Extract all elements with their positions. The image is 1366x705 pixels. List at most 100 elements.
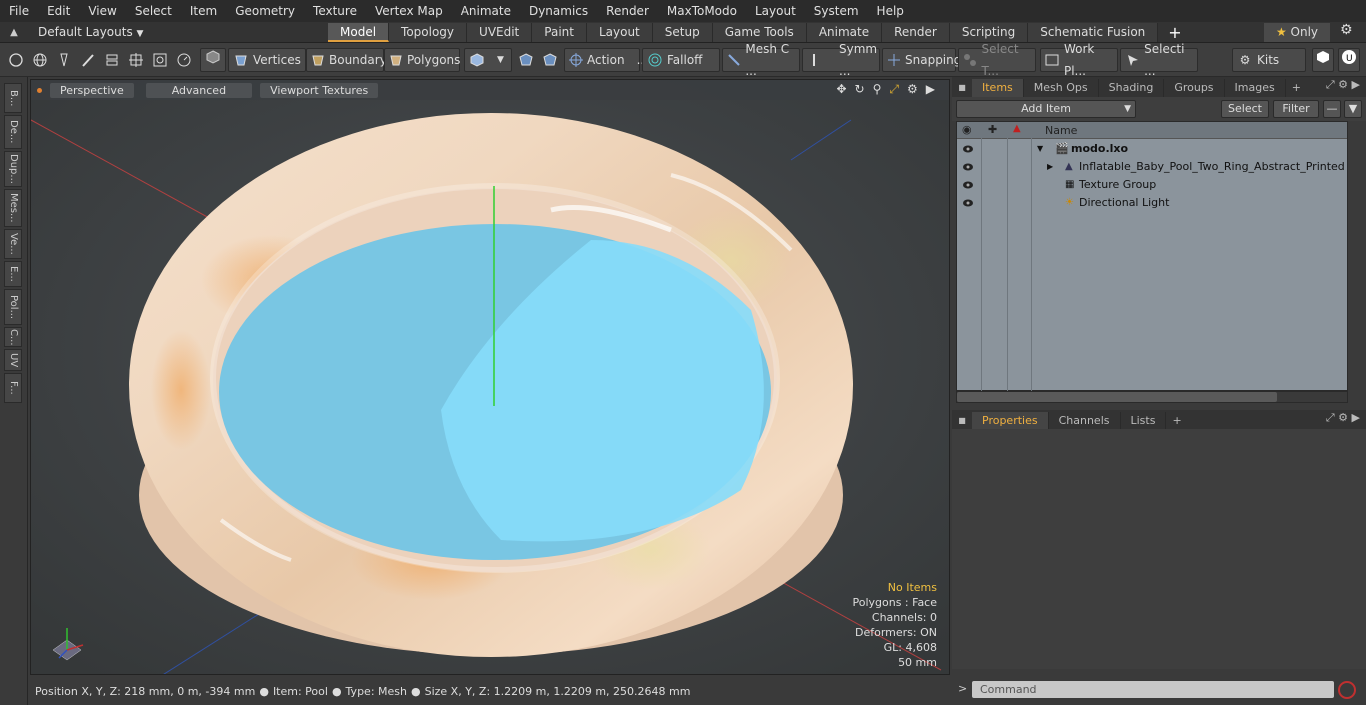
tab-topology[interactable]: Topology [389, 22, 468, 42]
snapping-button[interactable]: Snapping [882, 48, 961, 72]
item-row-light[interactable]: ☀ Directional Light [957, 194, 1347, 212]
unity-button[interactable] [1312, 48, 1334, 72]
left-tab-basic[interactable]: B... [4, 83, 22, 113]
align-icon[interactable] [103, 51, 121, 69]
shading-dropdown[interactable]: Advanced [145, 82, 253, 98]
pen-icon[interactable] [55, 51, 73, 69]
layout-preset-dropdown[interactable]: Default Layouts ▼ [28, 25, 328, 39]
tab-images[interactable]: Images [1225, 79, 1286, 97]
brush-icon[interactable] [79, 51, 97, 69]
left-tab-polygon[interactable]: Pol... [4, 289, 22, 325]
add-tab-icon[interactable]: + [1286, 79, 1307, 97]
selection-sets-button[interactable]: Selecti ... [1120, 42, 1198, 78]
circle-select-icon[interactable] [7, 51, 25, 69]
menu-geometry[interactable]: Geometry [226, 0, 304, 22]
expand-panel-icon[interactable]: ⤢ [1326, 411, 1335, 424]
expand-arrow-icon[interactable]: ▼ [1037, 140, 1043, 158]
menu-file[interactable]: File [0, 0, 38, 22]
tab-properties[interactable]: Properties [972, 412, 1049, 430]
rotate-view-icon[interactable]: ↻ [855, 82, 865, 97]
menu-texture[interactable]: Texture [304, 0, 366, 22]
tab-setup[interactable]: Setup [652, 22, 713, 42]
globe-icon[interactable] [31, 51, 49, 69]
type-column-icon[interactable]: ▲ [1013, 123, 1021, 134]
menu-layout[interactable]: Layout [746, 0, 805, 22]
collapse-icon[interactable]: — [1323, 100, 1341, 118]
menu-dynamics[interactable]: Dynamics [520, 0, 597, 22]
layout-menu-icon[interactable]: ▲ [0, 27, 28, 38]
item-row-scene[interactable]: ▼ 🎬 modo.lxo [957, 140, 1347, 158]
item-list-hscrollbar[interactable] [956, 391, 1348, 403]
item-row-mesh[interactable]: ▶ ▲ Inflatable_Baby_Pool_Two_Ring_Abstra… [957, 158, 1347, 176]
tab-mesh-ops[interactable]: Mesh Ops [1024, 79, 1099, 97]
eye-icon[interactable] [962, 197, 974, 209]
item-row-texture-group[interactable]: ▦ Texture Group [957, 176, 1347, 194]
left-tab-curve[interactable]: C... [4, 327, 22, 347]
menu-item[interactable]: Item [181, 0, 226, 22]
select-through-button[interactable]: Select T... [958, 42, 1036, 78]
visibility-column-icon[interactable]: ◉ [962, 123, 972, 136]
item-list-vscrollbar[interactable] [1350, 121, 1360, 391]
3d-viewport[interactable]: Perspective Advanced Viewport Textures ✥… [30, 79, 950, 675]
tab-uvedit[interactable]: UVEdit [467, 22, 533, 42]
tab-paint[interactable]: Paint [532, 22, 587, 42]
tab-model[interactable]: Model [328, 22, 390, 42]
left-tab-fusion[interactable]: F... [4, 373, 22, 403]
menu-maxtomodo[interactable]: MaxToModo [658, 0, 746, 22]
eye-icon[interactable] [962, 161, 974, 173]
shield-alt-icon[interactable] [541, 51, 559, 69]
funnel-icon[interactable]: ▼ [1344, 100, 1362, 118]
view-type-dropdown[interactable]: Perspective [50, 82, 134, 98]
filter-button[interactable]: Filter [1273, 100, 1319, 118]
panel-gear-icon[interactable]: ⚙ [1338, 411, 1348, 424]
material-dropdown[interactable]: ▼ [464, 48, 512, 72]
left-tab-vertex[interactable]: Ve... [4, 229, 22, 259]
command-input[interactable]: Command [972, 681, 1334, 698]
menu-vertex-map[interactable]: Vertex Map [366, 0, 452, 22]
tab-groups[interactable]: Groups [1164, 79, 1225, 97]
menu-select[interactable]: Select [126, 0, 181, 22]
only-toggle[interactable]: ★ Only [1264, 23, 1330, 42]
left-tab-uv[interactable]: UV [4, 349, 22, 371]
falloff-button[interactable]: Falloff [642, 48, 720, 72]
record-icon[interactable] [1338, 681, 1356, 699]
tab-lists[interactable]: Lists [1121, 412, 1167, 430]
tab-channels[interactable]: Channels [1049, 412, 1121, 430]
menu-view[interactable]: View [79, 0, 125, 22]
work-plane-button[interactable]: Work Pl... [1040, 42, 1118, 78]
gear-icon[interactable]: ⚙ [1340, 22, 1353, 38]
add-tab-icon[interactable]: + [1166, 412, 1187, 430]
panel-gear-icon[interactable]: ⚙ [1338, 78, 1348, 91]
tab-layout[interactable]: Layout [586, 22, 653, 42]
viewport-gear-icon[interactable]: ⚙ [907, 82, 918, 97]
menu-edit[interactable]: Edit [38, 0, 79, 22]
add-item-dropdown[interactable]: Add Item ▼ [956, 100, 1136, 118]
eye-icon[interactable] [962, 143, 974, 155]
unreal-button[interactable]: U [1338, 48, 1360, 72]
select-button[interactable]: Select [1221, 100, 1269, 118]
left-tab-duplicate[interactable]: Dup... [4, 151, 22, 187]
expand-arrow-icon[interactable]: ▶ [1047, 158, 1053, 176]
timer-icon[interactable] [175, 51, 193, 69]
expand-panel-icon[interactable]: ⤢ [1326, 78, 1335, 91]
eye-icon[interactable] [962, 179, 974, 191]
menu-render[interactable]: Render [597, 0, 658, 22]
menu-help[interactable]: Help [868, 0, 913, 22]
name-column-header[interactable]: Name [1045, 124, 1077, 137]
left-tab-deform[interactable]: De... [4, 115, 22, 149]
center-icon[interactable] [127, 51, 145, 69]
vertices-button[interactable]: Vertices [228, 48, 306, 72]
square-icon[interactable] [151, 51, 169, 69]
panel-arrow-icon[interactable]: ▶ [1352, 78, 1360, 91]
mesh-constraint-button[interactable]: Mesh C ... [722, 42, 800, 78]
polygons-button[interactable]: Polygons [384, 48, 460, 72]
lock-column-icon[interactable]: ✚ [988, 123, 997, 136]
item-mode-button[interactable] [200, 48, 226, 72]
tab-items[interactable]: Items [972, 79, 1024, 97]
panel-arrow-icon[interactable]: ▶ [1352, 411, 1360, 424]
tab-render[interactable]: Render [882, 22, 950, 42]
viewport-menu-arrow-icon[interactable]: ▶ [926, 82, 935, 97]
tab-shading[interactable]: Shading [1099, 79, 1165, 97]
action-button[interactable]: Action... [564, 48, 648, 72]
menu-system[interactable]: System [805, 0, 868, 22]
